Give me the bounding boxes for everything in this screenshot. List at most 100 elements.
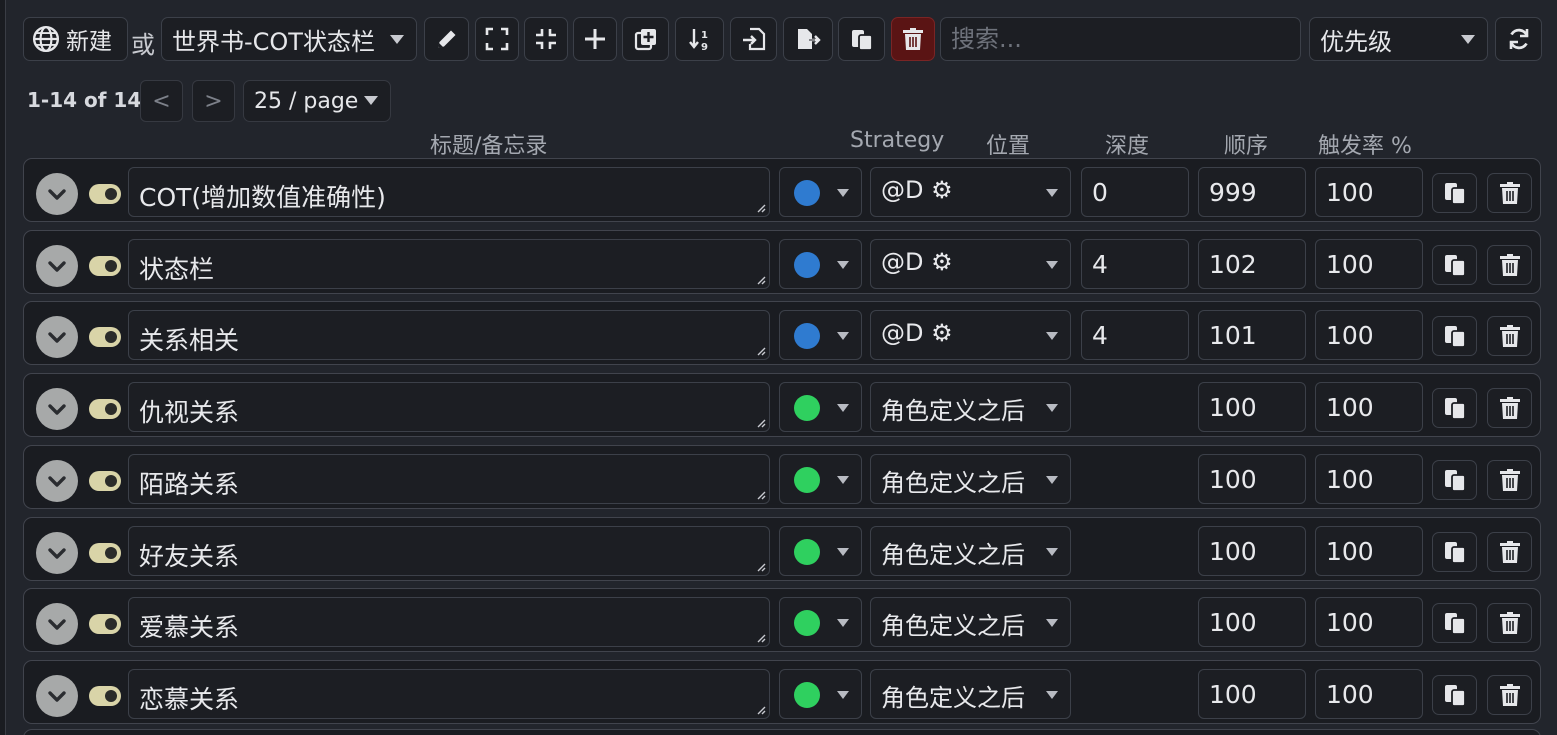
entry-title-field[interactable]: 陌路关系 [128, 454, 770, 504]
sort-button[interactable]: 19 [675, 17, 724, 61]
delete-entry-button[interactable] [1487, 460, 1532, 500]
expand-entry-button[interactable] [36, 388, 78, 430]
next-page-button[interactable]: > [192, 80, 235, 122]
prev-page-button[interactable]: < [140, 80, 183, 122]
entry-strategy-select[interactable] [779, 239, 862, 289]
entry-position-select[interactable]: 角色定义之后 [870, 526, 1071, 576]
add-entry-button[interactable] [573, 17, 617, 61]
entry-title-field[interactable]: 状态栏 [128, 239, 770, 289]
expand-all-button[interactable] [475, 17, 519, 61]
delete-entry-button[interactable] [1487, 675, 1532, 715]
expand-entry-button[interactable] [36, 173, 78, 215]
duplicate-entry-button[interactable] [1432, 532, 1477, 572]
entry-enabled-toggle[interactable] [89, 471, 121, 491]
entry-position-select[interactable]: 角色定义之后 [870, 597, 1071, 647]
entry-probability-input[interactable]: 100 [1315, 597, 1423, 647]
page-size-select[interactable]: 25 / page [243, 80, 391, 122]
entry-probability-input[interactable]: 100 [1315, 310, 1423, 360]
entry-probability-input[interactable]: 100 [1315, 239, 1423, 289]
delete-entry-button[interactable] [1487, 388, 1532, 428]
entry-enabled-toggle[interactable] [89, 184, 121, 204]
resize-grip-icon[interactable] [756, 562, 766, 572]
entry-enabled-toggle[interactable] [89, 686, 121, 706]
duplicate-entry-button[interactable] [1432, 675, 1477, 715]
entry-title-field[interactable]: 好友关系 [128, 526, 770, 576]
delete-entry-button[interactable] [1487, 532, 1532, 572]
duplicate-entry-button[interactable] [1432, 245, 1477, 285]
entry-order-input[interactable]: 100 [1198, 526, 1306, 576]
entry-strategy-select[interactable] [779, 310, 862, 360]
duplicate-worldbook-button[interactable] [622, 17, 669, 61]
duplicate-entry-button[interactable] [1432, 388, 1477, 428]
entry-order-input[interactable]: 999 [1198, 167, 1306, 217]
delete-entry-button[interactable] [1487, 173, 1532, 213]
entry-strategy-select[interactable] [779, 597, 862, 647]
resize-grip-icon[interactable] [756, 633, 766, 643]
sort-select[interactable]: 优先级 [1309, 17, 1488, 61]
expand-entry-button[interactable] [36, 603, 78, 645]
entry-strategy-select[interactable] [779, 669, 862, 719]
expand-entry-button[interactable] [36, 245, 78, 287]
entry-depth-input[interactable]: 4 [1081, 239, 1189, 289]
entry-position-select[interactable]: 角色定义之后 [870, 382, 1071, 432]
entry-title-field[interactable]: 关系相关 [128, 310, 770, 360]
refresh-button[interactable] [1495, 17, 1542, 61]
entry-order-input[interactable]: 100 [1198, 597, 1306, 647]
entry-strategy-select[interactable] [779, 167, 862, 217]
entry-order-input[interactable]: 100 [1198, 454, 1306, 504]
expand-entry-button[interactable] [36, 675, 78, 717]
entry-strategy-select[interactable] [779, 382, 862, 432]
duplicate-entry-button[interactable] [1432, 460, 1477, 500]
rename-button[interactable] [424, 17, 469, 61]
search-input[interactable] [940, 17, 1301, 61]
entry-probability-input[interactable]: 100 [1315, 526, 1423, 576]
entry-enabled-toggle[interactable] [89, 399, 121, 419]
entry-enabled-toggle[interactable] [89, 543, 121, 563]
resize-grip-icon[interactable] [756, 203, 766, 213]
resize-grip-icon[interactable] [756, 418, 766, 428]
resize-grip-icon[interactable] [756, 490, 766, 500]
expand-entry-button[interactable] [36, 532, 78, 574]
entry-depth-input[interactable]: 4 [1081, 310, 1189, 360]
entry-probability-input[interactable]: 100 [1315, 167, 1423, 217]
entry-enabled-toggle[interactable] [89, 614, 121, 634]
duplicate-entry-button[interactable] [1432, 316, 1477, 356]
import-button[interactable] [730, 17, 777, 61]
duplicate-entry-button[interactable] [1432, 173, 1477, 213]
entry-order-input[interactable]: 102 [1198, 239, 1306, 289]
entry-enabled-toggle[interactable] [89, 256, 121, 276]
entry-title-field[interactable]: COT(增加数值准确性) [128, 167, 770, 217]
expand-entry-button[interactable] [36, 460, 78, 502]
resize-grip-icon[interactable] [756, 705, 766, 715]
entry-title-field[interactable]: 恋慕关系 [128, 669, 770, 719]
resize-grip-icon[interactable] [756, 346, 766, 356]
collapse-all-button[interactable] [524, 17, 568, 61]
entry-position-select[interactable]: 角色定义之后 [870, 454, 1071, 504]
entry-position-select[interactable]: 角色定义之后 [870, 669, 1071, 719]
entry-depth-input[interactable]: 0 [1081, 167, 1189, 217]
entry-order-input[interactable]: 100 [1198, 669, 1306, 719]
delete-worldbook-button[interactable] [891, 17, 935, 61]
resize-grip-icon[interactable] [756, 275, 766, 285]
entry-title-field[interactable]: 爱慕关系 [128, 597, 770, 647]
worldbook-select[interactable]: 世界书-COT状态栏 [161, 17, 417, 61]
delete-entry-button[interactable] [1487, 245, 1532, 285]
expand-entry-button[interactable] [36, 316, 78, 358]
export-button[interactable] [783, 17, 833, 61]
entry-position-select[interactable]: @D ⚙ [870, 167, 1071, 217]
entry-position-select[interactable]: @D ⚙ [870, 239, 1071, 289]
new-worldbook-button[interactable]: 新建 [23, 17, 128, 61]
delete-entry-button[interactable] [1487, 603, 1532, 643]
duplicate-entry-button[interactable] [1432, 603, 1477, 643]
entry-position-select[interactable]: @D ⚙ [870, 310, 1071, 360]
entry-enabled-toggle[interactable] [89, 327, 121, 347]
copy-button[interactable] [838, 17, 885, 61]
entry-probability-input[interactable]: 100 [1315, 454, 1423, 504]
entry-probability-input[interactable]: 100 [1315, 382, 1423, 432]
entry-probability-input[interactable]: 100 [1315, 669, 1423, 719]
entry-title-field[interactable]: 仇视关系 [128, 382, 770, 432]
delete-entry-button[interactable] [1487, 316, 1532, 356]
entry-order-input[interactable]: 101 [1198, 310, 1306, 360]
entry-strategy-select[interactable] [779, 454, 862, 504]
entry-order-input[interactable]: 100 [1198, 382, 1306, 432]
